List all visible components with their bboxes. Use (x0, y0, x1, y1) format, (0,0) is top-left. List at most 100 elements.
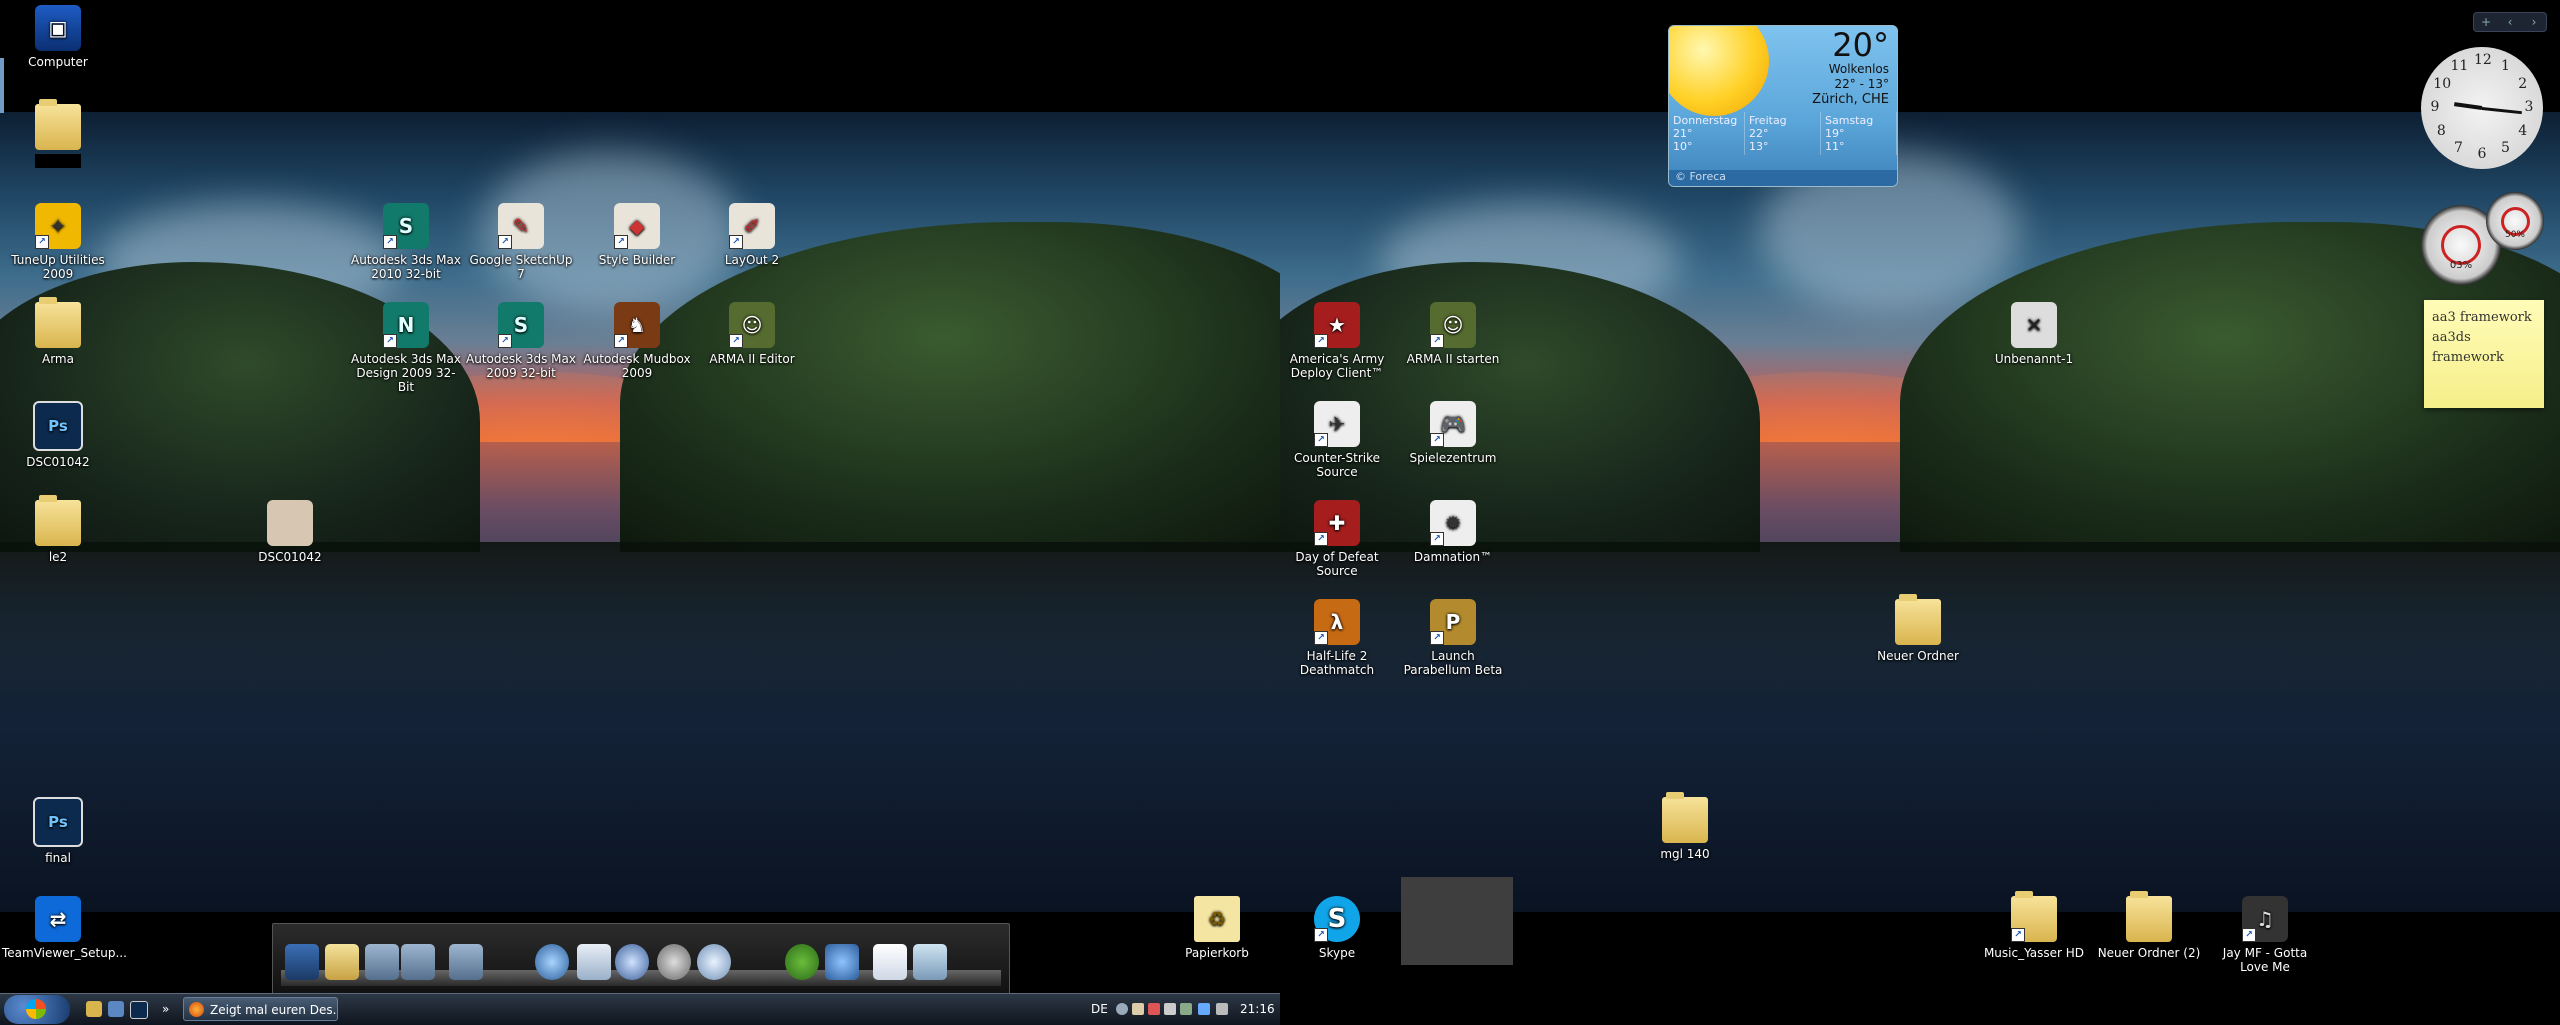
mail-icon[interactable] (577, 944, 611, 980)
quicklaunch-overflow[interactable]: » (162, 994, 169, 1025)
volume-tray-icon[interactable] (1216, 1003, 1228, 1015)
desktop-icon-teamviewer[interactable]: ⇄ TeamViewer_Setup... (0, 896, 127, 960)
desktop-icon-papierkorb[interactable]: ♻ Papierkorb (1159, 896, 1275, 960)
next-gadget-button[interactable]: › (2522, 13, 2546, 31)
desktop-icon-dsc-ps[interactable]: Ps DSC01042 (0, 401, 116, 469)
security-tray-icon[interactable] (1148, 1003, 1160, 1015)
clock-number: 2 (2518, 75, 2528, 92)
desktop-icon-neuer-ordner[interactable]: Neuer Ordner (1860, 594, 1976, 663)
ram-meter-gadget[interactable]: 50% (2486, 192, 2544, 250)
internet-icon[interactable] (535, 944, 569, 980)
parabellum-icon: P ↗ (1430, 599, 1476, 645)
add-gadget-button[interactable]: + (2474, 13, 2498, 31)
desktop-icon-maxdesign[interactable]: N ↗ Autodesk 3ds Max Design 2009 32-Bit (348, 302, 464, 394)
desktop-icon-sketchup[interactable]: ✎ ↗ Google SketchUp 7 (463, 203, 579, 281)
final-icon: Ps (33, 797, 83, 847)
maxdesign-icon: N ↗ (383, 302, 429, 348)
desktop-icon-stylebuilder[interactable]: ◆ ↗ Style Builder (579, 203, 695, 267)
jay-mf-icon: ♫ ↗ (2242, 896, 2288, 942)
weather-credit[interactable]: © Foreca (1669, 170, 1897, 186)
battery-tray-icon[interactable] (1180, 1003, 1192, 1015)
sticky-note-gadget[interactable]: aa3 framework aa3ds framework (2424, 300, 2544, 408)
taskbar-clock[interactable]: 21:16 (1240, 994, 1275, 1025)
settings-icon[interactable] (657, 944, 691, 980)
documents-icon[interactable] (325, 944, 359, 980)
desktop-icon-jay-mf[interactable]: ♫ ↗ Jay MF - Gotta Love Me (2207, 896, 2323, 974)
desktop-icon-arma2[interactable]: ☺ ↗ ARMA II starten (1395, 302, 1511, 366)
clock-gadget[interactable]: 12 1 2 3 4 5 6 7 8 9 10 11 (2421, 47, 2543, 169)
desktop-icon-layout2[interactable]: ✐ ↗ LayOut 2 (694, 203, 810, 267)
desktop-icon-label: Spielezentrum (1409, 451, 1497, 465)
desktop-icon-label: DSC01042 (258, 550, 322, 564)
desktop-icon-mudbox[interactable]: ♞ ↗ Autodesk Mudbox 2009 (579, 302, 695, 380)
shortcut-arrow-icon: ↗ (1314, 334, 1328, 348)
dod-source-icon: ✚ ↗ (1314, 500, 1360, 546)
hl2dm-icon: λ ↗ (1314, 599, 1360, 645)
clock-number: 3 (2524, 99, 2534, 115)
start-button[interactable] (4, 995, 70, 1024)
shortcut-arrow-icon: ↗ (35, 235, 49, 249)
calendar-icon[interactable] (873, 944, 907, 980)
spielezentrum-icon: 🎮 ↗ (1430, 401, 1476, 447)
desktop-icon-skype[interactable]: S ↗ Skype (1279, 896, 1395, 960)
gadget-controls[interactable]: + ‹ › (2473, 12, 2547, 32)
prev-gadget-button[interactable]: ‹ (2498, 13, 2522, 31)
desktop-icon-spielezentrum[interactable]: 🎮 ↗ Spielezentrum (1395, 401, 1511, 465)
desktop-icon-arma-folder[interactable]: Arma (0, 297, 116, 366)
desktop-icon-dod-source[interactable]: ✚ ↗ Day of Defeat Source (1279, 500, 1395, 578)
shortcut-arrow-icon: ↗ (1430, 631, 1444, 645)
desktop-icon-cs-source[interactable]: ✈ ↗ Counter-Strike Source (1279, 401, 1395, 479)
shortcut-arrow-icon: ↗ (2011, 928, 2025, 942)
max2009-icon: S ↗ (498, 302, 544, 348)
clock-number: 7 (2454, 139, 2463, 156)
frog-icon[interactable] (785, 944, 819, 980)
videos-icon[interactable] (449, 944, 483, 980)
desktop-icon-max2009[interactable]: S ↗ Autodesk 3ds Max 2009 32-bit (463, 302, 579, 380)
desktop-icon-mgl140[interactable]: mgl 140 (1627, 792, 1743, 861)
arma-folder-icon (35, 297, 81, 348)
desktop-icon-americas-army[interactable]: ★ ↗ America's Army Deploy Client™ (1279, 302, 1395, 380)
recycle-icon[interactable] (913, 944, 947, 980)
desktop-icon-music-yasser[interactable]: ↗ Music_Yasser HD (1976, 891, 2092, 960)
desktop-icon-parabellum[interactable]: P ↗ Launch Parabellum Beta (1395, 599, 1511, 677)
desktop-icon-armaeditor[interactable]: ☺ ↗ ARMA II Editor (694, 302, 810, 366)
quicklaunch-desktop-icon[interactable] (108, 1001, 124, 1017)
weather-gadget[interactable]: 20° Wolkenlos 22° - 13° Zürich, CHE Donn… (1668, 25, 1898, 187)
desktop-icon-label: Arma (42, 352, 74, 366)
desktop-icon-label: final (45, 851, 71, 865)
desktop-icon-max2010[interactable]: S ↗ Autodesk 3ds Max 2010 32-bit (348, 203, 464, 281)
desktop-icon-label: Papierkorb (1185, 946, 1249, 960)
quicklaunch-photoshop-icon[interactable] (130, 1001, 148, 1019)
desktop-icon-label: Autodesk 3ds Max 2010 32-bit (350, 253, 461, 281)
tools-icon[interactable] (825, 944, 859, 980)
display-tray-icon[interactable] (1198, 1003, 1210, 1015)
forecast-high: 22° (1749, 127, 1769, 140)
search-icon[interactable] (697, 944, 731, 980)
language-indicator[interactable]: DE (1091, 994, 1108, 1025)
pictures-icon[interactable] (365, 944, 399, 980)
desktop-icon-computer[interactable]: ▣ Computer (0, 5, 116, 69)
taskbar-window-firefox[interactable]: Zeigt mal euren Des... (183, 997, 338, 1021)
desktop-icon-damnation[interactable]: ✹ ↗ Damnation™ (1395, 500, 1511, 564)
hidden-folder-icon (35, 99, 81, 150)
desktop-icon-final[interactable]: Ps final (0, 797, 116, 865)
desktop-icon-dsc-photo[interactable]: DSC01042 (232, 500, 348, 564)
shortcut-arrow-icon: ↗ (1430, 433, 1444, 447)
desktop-icon-hl2dm[interactable]: λ ↗ Half-Life 2 Deathmatch (1279, 599, 1395, 677)
media-player-icon[interactable] (615, 944, 649, 980)
forecast-low: 11° (1825, 140, 1845, 153)
device-tray-icon[interactable] (1164, 1003, 1176, 1015)
quicklaunch-folder-icon[interactable] (86, 1001, 102, 1017)
desktop-icon-neuer-ordner-2[interactable]: Neuer Ordner (2) (2091, 891, 2207, 960)
desktop-icon-unbenannt[interactable]: ✕ Unbenannt-1 (1976, 302, 2092, 366)
update-tray-icon[interactable] (1132, 1003, 1144, 1015)
desktop-icon-label: TeamViewer_Setup... (2, 946, 127, 960)
monitor-icon[interactable] (285, 944, 319, 980)
desktop-icon-tuneup[interactable]: ✦ ↗ TuneUp Utilities 2009 (0, 203, 116, 281)
sketchup-icon: ✎ ↗ (498, 203, 544, 249)
desktop-icon-le2[interactable]: le2 (0, 495, 116, 564)
music-icon[interactable] (401, 944, 435, 980)
clock-number: 12 (2474, 52, 2492, 68)
desktop-icon-hidden-folder[interactable] (0, 99, 116, 168)
network-tray-icon[interactable] (1116, 1003, 1128, 1015)
